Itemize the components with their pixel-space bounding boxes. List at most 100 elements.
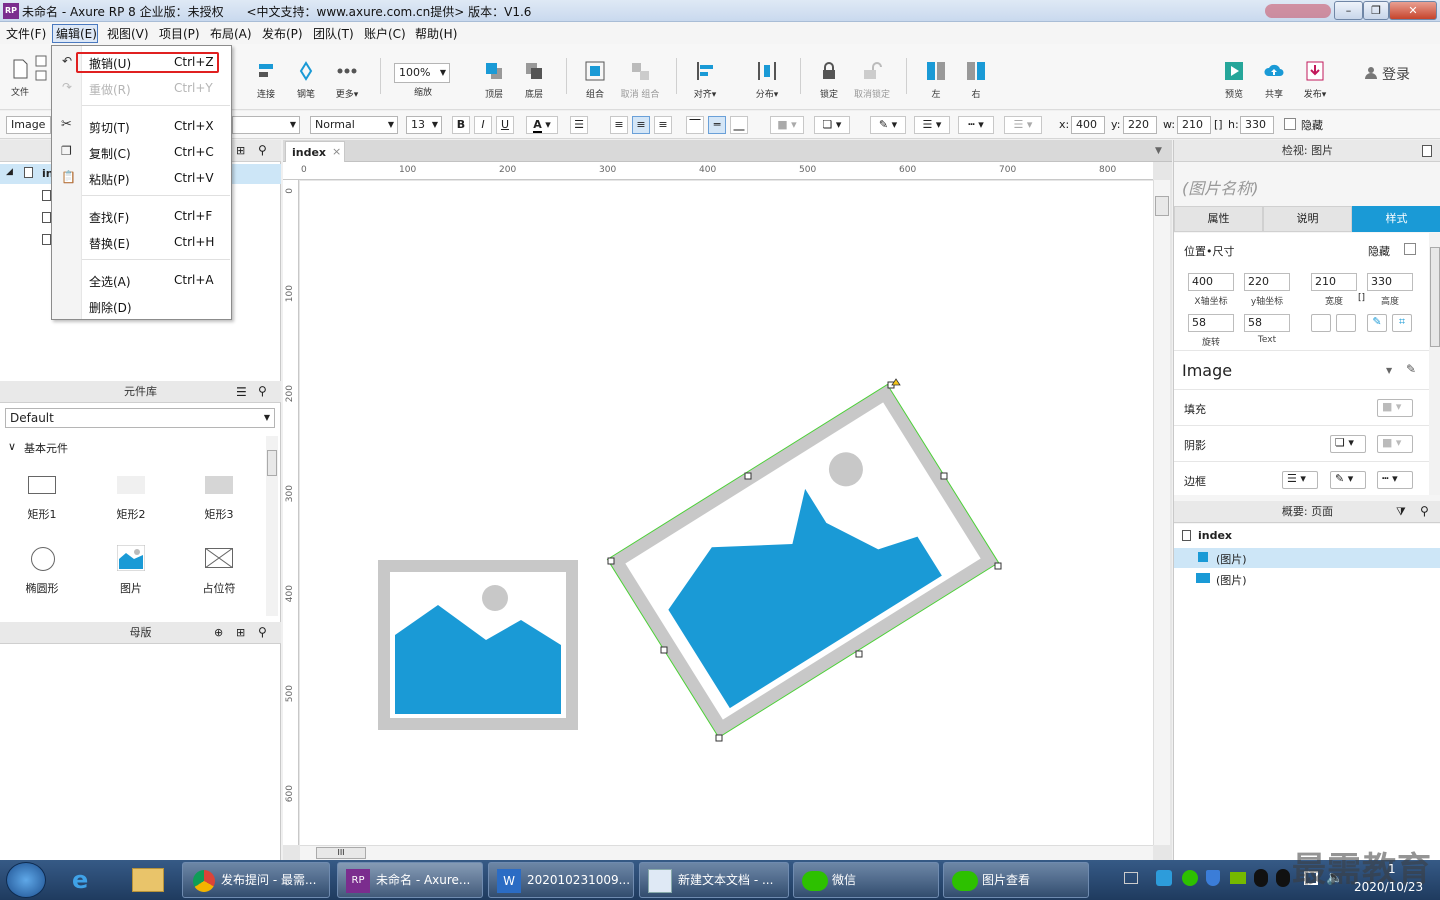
lock-button[interactable]: 锁定 [814, 60, 844, 100]
connect-button[interactable]: 连接 [252, 60, 280, 100]
page-icon[interactable] [42, 212, 51, 223]
filter-icon[interactable]: ⧩ [1396, 505, 1406, 519]
taskbar-axure[interactable]: RP 未命名 - Axure... [337, 862, 483, 898]
rect1-component-icon[interactable] [28, 476, 56, 494]
vertical-scrollbar[interactable] [1153, 180, 1170, 845]
x-input[interactable]: 400 [1188, 273, 1234, 291]
hidden-checkbox[interactable] [1404, 243, 1416, 255]
style-scrollbar[interactable] [1429, 233, 1440, 495]
qq-icon[interactable] [1276, 869, 1290, 887]
chevron-down-icon[interactable]: ▼ [1386, 366, 1392, 375]
shield-icon[interactable] [1206, 870, 1220, 886]
italic-button[interactable]: I [474, 116, 492, 134]
search-icon[interactable]: ⚲ [1420, 504, 1429, 518]
scroll-thumb[interactable]: III [316, 847, 366, 859]
inner-shadow-button[interactable]: ■ ▾ [1377, 435, 1413, 453]
border-color-button[interactable]: ✎ ▾ [1330, 471, 1366, 489]
font-family-select[interactable]: ▼ [232, 116, 300, 134]
widget-type-field[interactable]: Image [6, 116, 51, 134]
keyboard-icon[interactable] [1124, 872, 1138, 884]
right-button[interactable]: 右 [962, 60, 990, 100]
file-button[interactable]: 文件 [6, 58, 34, 98]
send-to-back-button[interactable]: 底层 [520, 60, 548, 100]
outer-shadow-button[interactable]: ❏ ▾ [1330, 435, 1366, 453]
close-button[interactable]: ✕ [1389, 1, 1437, 20]
align-right-text-icon[interactable]: ≡ [654, 116, 672, 134]
add-master-icon[interactable]: ⊕ [214, 626, 223, 639]
fit-icon[interactable] [1311, 314, 1331, 332]
scroll-thumb[interactable] [1430, 247, 1440, 347]
align-center-text-icon[interactable]: ≡ [632, 116, 650, 134]
menu-icon[interactable]: ☰ [236, 385, 247, 399]
align-middle-icon[interactable]: ═ [708, 116, 726, 134]
taskbar-chrome[interactable]: 发布提问 - 最需... [182, 862, 330, 898]
aspect-lock-icon[interactable]: [] [1358, 293, 1365, 303]
save-open-icon[interactable] [34, 54, 48, 84]
align-top-icon[interactable]: ⎺ [686, 116, 704, 134]
tab-notes[interactable]: 说明 [1263, 206, 1352, 232]
border-style-button[interactable]: ┅ ▾ [1377, 471, 1413, 489]
page-icon[interactable] [42, 190, 51, 201]
font-size-select[interactable]: 13 ▼ [406, 116, 442, 134]
tab-style[interactable]: 样式 [1352, 206, 1440, 232]
add-folder-icon[interactable]: ⊞ [236, 144, 245, 157]
w-input[interactable]: 210 [1177, 116, 1211, 134]
hidden-checkbox[interactable] [1284, 118, 1296, 130]
line-color-button[interactable]: ✎ ▾ [870, 116, 906, 134]
bring-to-front-button[interactable]: 顶层 [480, 60, 508, 100]
clock-date[interactable]: 2020/10/23 [1354, 880, 1423, 894]
delete-menu-item[interactable]: 删除(D) [89, 299, 132, 316]
font-color-button[interactable]: A ▾ [526, 116, 558, 134]
nvidia-icon[interactable] [1230, 872, 1246, 884]
undo-menu-item[interactable]: 撤销(U) [89, 55, 131, 72]
zoom-select[interactable]: 100% ▼ [394, 63, 450, 83]
rect2-component-icon[interactable] [117, 476, 145, 494]
left-button[interactable]: 左 [922, 60, 950, 100]
horizontal-scrollbar[interactable]: III [300, 845, 1153, 860]
scroll-thumb[interactable] [267, 450, 277, 476]
library-select[interactable]: Default ▼ [5, 408, 275, 428]
publish-button[interactable]: 发布▾ [1298, 60, 1332, 100]
pin-icon[interactable]: ✎ [1367, 314, 1387, 332]
aspect-lock-icon[interactable]: [] [1214, 118, 1223, 131]
ungroup-button[interactable]: 取消 组合 [618, 60, 662, 100]
add-folder-icon[interactable]: ⊞ [236, 626, 245, 639]
login-button[interactable]: 登录 [1382, 64, 1410, 84]
pen-button[interactable]: 钢笔 [292, 60, 320, 100]
shadow-button[interactable]: ❏ ▾ [814, 116, 850, 134]
tab-menu-chevron-icon[interactable]: ▼ [1155, 146, 1162, 156]
underline-button[interactable]: U [496, 116, 514, 134]
image-component-icon[interactable] [117, 545, 145, 571]
notes-page-icon[interactable] [1422, 145, 1432, 157]
clock-time[interactable]: 1 [1388, 862, 1396, 876]
height-input[interactable]: 330 [1367, 273, 1413, 291]
share-button[interactable]: 共享 [1260, 60, 1288, 100]
align-left-text-icon[interactable]: ≡ [610, 116, 628, 134]
menu-help[interactable]: 帮助(H) [415, 25, 457, 42]
fill-color-button[interactable]: ■ ▾ [770, 116, 804, 134]
align-button[interactable]: 对齐▾ [688, 60, 722, 100]
paste-menu-item[interactable]: 粘贴(P) [89, 171, 130, 188]
preview-button[interactable]: 预览 [1220, 60, 1248, 100]
distribute-button[interactable]: 分布▾ [750, 60, 784, 100]
fill-color-button[interactable]: ■ ▾ [1377, 399, 1413, 417]
style-name-select[interactable]: Image [1182, 361, 1232, 380]
y-input[interactable]: 220 [1244, 273, 1290, 291]
search-icon[interactable]: ⚲ [258, 384, 267, 398]
cut-menu-item[interactable]: 剪切(T) [89, 119, 130, 136]
outline-item[interactable]: (图片) [1174, 569, 1440, 589]
rotation-input[interactable]: 58 [1188, 314, 1234, 332]
tray-wechat-icon[interactable] [1182, 870, 1198, 886]
text-rotation-input[interactable]: 58 [1244, 314, 1290, 332]
search-icon[interactable]: ⚲ [258, 625, 267, 639]
line-width-button[interactable]: ☰ ▾ [914, 116, 950, 134]
arrow-style-button[interactable]: ☰ ▾ [1004, 116, 1042, 134]
page-icon[interactable] [42, 234, 51, 245]
ellipse-component-icon[interactable] [31, 547, 55, 571]
ie-icon[interactable]: e [72, 866, 88, 894]
taskbar-notepad[interactable]: 新建文本文档 - ... [639, 862, 789, 898]
tray-app-icon[interactable] [1156, 870, 1172, 886]
taskbar-word[interactable]: W 20201023​1009... [488, 862, 634, 898]
style-select[interactable]: Normal ▼ [310, 116, 398, 134]
crop-icon[interactable]: ⌗ [1392, 314, 1412, 332]
